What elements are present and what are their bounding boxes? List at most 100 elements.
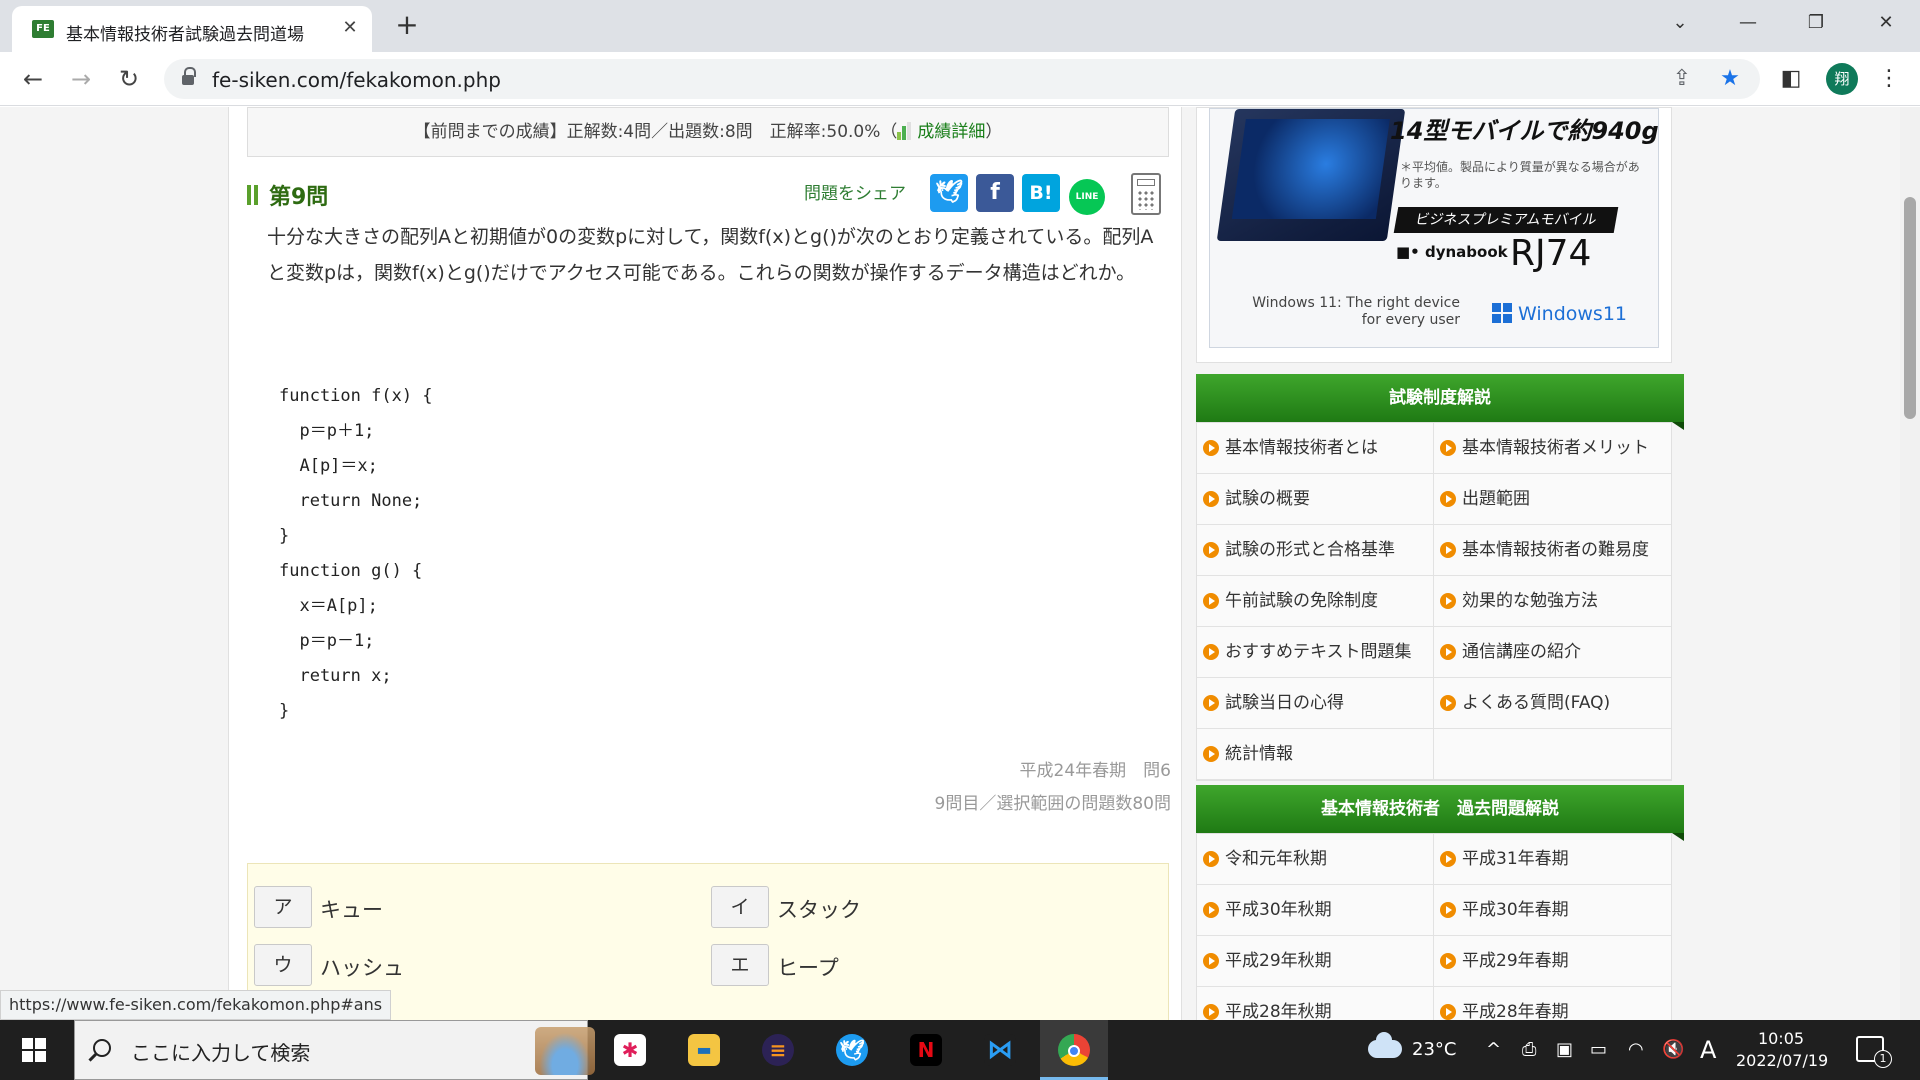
reload-icon[interactable]: ↻ [112,62,146,96]
minimize-button[interactable]: — [1728,8,1768,38]
chrome-icon [1058,1034,1090,1066]
sidebar-link[interactable]: 試験の概要 [1197,474,1434,524]
sidebar-link[interactable]: 効果的な勉強方法 [1434,576,1671,626]
choice-i-button[interactable]: イ [711,886,769,928]
ime-indicator[interactable]: A [1700,1020,1716,1080]
weather-cloud-icon[interactable] [1368,1032,1402,1058]
arrow-bullet-icon [1440,695,1456,711]
side-panel-icon[interactable]: ◧ [1776,64,1806,94]
battery-icon[interactable]: ▭ [1590,1020,1607,1080]
question-source: 平成24年春期 問6 9問目／選択範囲の問題数80問 [771,755,1171,821]
line-share-button[interactable]: LINE [1068,174,1106,215]
sidebar-link[interactable]: 平成30年秋期 [1197,885,1434,935]
link-status-bubble: https://www.fe-siken.com/fekakomon.php#a… [0,990,392,1020]
main-content: 【前問までの成績】正解数:4問／出題数:8問 正解率:50.0%（ 成績詳細） 第… [228,107,1182,1020]
back-arrow-icon[interactable]: ← [16,62,50,96]
sidebar-link[interactable]: 基本情報技術者メリット [1434,423,1671,473]
link-row: 平成29年秋期 平成29年春期 [1197,936,1671,987]
arrow-bullet-icon [1440,542,1456,558]
sidebar-link[interactable]: 通信講座の紹介 [1434,627,1671,677]
eclipse-icon: ≡ [762,1034,794,1066]
sidebar-link[interactable]: 平成31年春期 [1434,834,1671,884]
arrow-bullet-icon [1203,440,1219,456]
new-tab-button[interactable]: + [392,10,422,40]
scrollbar-thumb[interactable] [1904,197,1916,419]
sidebar-link[interactable]: 平成29年春期 [1434,936,1671,986]
sidebar-link[interactable]: 平成30年春期 [1434,885,1671,935]
link-row: 試験の形式と合格基準 基本情報技術者の難易度 [1197,525,1671,576]
exam-source: 平成24年春期 問6 [1019,761,1171,781]
sidebar-link[interactable]: 基本情報技術者とは [1197,423,1434,473]
search-highlight-image [535,1027,595,1075]
tray-display-icon[interactable]: ▣ [1556,1020,1573,1080]
restore-button[interactable]: ❐ [1796,8,1836,38]
arrow-bullet-icon [1440,593,1456,609]
arrow-bullet-icon [1440,440,1456,456]
arrow-bullet-icon [1203,644,1219,660]
sidebar-link[interactable]: 統計情報 [1197,729,1434,779]
code-line: x＝A[p]; [279,596,378,616]
forward-arrow-icon[interactable]: → [64,62,98,96]
question-number: 第9問 [269,185,329,210]
advertisement[interactable]: 14型モバイルで約940g ＊平均値。製品により質量が異なる場合があります。 ビ… [1196,107,1672,363]
tray-chevron-icon[interactable]: ^ [1486,1020,1501,1080]
chrome-app[interactable] [1040,1020,1108,1080]
sidebar-link[interactable]: 午前試験の免除制度 [1197,576,1434,626]
score-detail-link[interactable]: 成績詳細 [917,122,985,142]
netflix-app[interactable]: N [892,1020,960,1080]
sidebar-link[interactable]: 平成29年秋期 [1197,936,1434,986]
sidebar-link[interactable]: よくある質問(FAQ) [1434,678,1671,728]
choice-e-button[interactable]: エ [711,944,769,986]
url-text[interactable]: fe-siken.com/fekakomon.php [212,68,501,92]
sidebar-link[interactable]: 令和元年秋期 [1197,834,1434,884]
tray-meet-icon[interactable]: ⎙ [1522,1020,1536,1080]
calculator-icon[interactable] [1131,173,1161,215]
taskbar-search-box[interactable]: ここに入力して検索 [74,1020,595,1080]
vscode-app[interactable]: ⋈ [966,1020,1034,1080]
sidebar-link[interactable]: 平成28年春期 [1434,987,1671,1020]
code-line: function g() { [279,561,423,581]
lock-icon[interactable] [182,67,196,85]
score-record-bar: 【前問までの成績】正解数:4問／出題数:8問 正解率:50.0%（ 成績詳細） [247,107,1169,157]
hatena-share-button[interactable]: B! [1022,174,1060,212]
sidebar-link[interactable]: 出題範囲 [1434,474,1671,524]
laptop-image [1216,109,1406,241]
choice-u-button[interactable]: ウ [254,944,312,986]
eclipse-app[interactable]: ≡ [744,1020,812,1080]
browser-toolbar: ← → ↻ fe-siken.com/fekakomon.php ⇪ ★ ◧ 翔… [0,52,1920,106]
choice-u-text: ハッシュ [320,956,404,980]
code-line: A[p]＝x; [279,456,378,476]
tab-close-icon[interactable]: ✕ [338,16,362,40]
close-window-button[interactable]: ✕ [1866,8,1906,38]
address-bar[interactable]: fe-siken.com/fekakomon.php ⇪ ★ [164,59,1760,99]
taskbar-clock[interactable]: 10:05 2022/07/19 [1736,1028,1828,1072]
section-exam-system-title: 試験制度解説 [1196,374,1684,430]
sidebar-link[interactable]: 平成28年秋期 [1197,987,1434,1020]
windows-start-icon[interactable] [22,1038,46,1062]
ad-banner[interactable]: 14型モバイルで約940g ＊平均値。製品により質量が異なる場合があります。 ビ… [1209,108,1659,348]
bookmark-star-icon[interactable]: ★ [1716,65,1744,93]
weather-temp[interactable]: 23°C [1412,1020,1456,1080]
page-scrollbar[interactable] [1900,107,1920,1020]
twitter-share-button[interactable]: 🕊 [930,174,968,212]
speaker-muted-icon[interactable]: 🔇 [1662,1020,1684,1080]
tab-search-chevron-icon[interactable]: ⌄ [1660,8,1700,38]
sidebar-link[interactable]: おすすめテキスト問題集 [1197,627,1434,677]
facebook-share-button[interactable]: f [976,174,1014,212]
profile-avatar[interactable]: 翔 [1826,63,1858,95]
slack-app[interactable]: ✱ [596,1020,664,1080]
twitter-app[interactable]: 🕊 [818,1020,886,1080]
sidebar-link[interactable]: 試験の形式と合格基準 [1197,525,1434,575]
sidebar-link[interactable]: 基本情報技術者の難易度 [1434,525,1671,575]
choice-a-button[interactable]: ア [254,886,312,928]
arrow-bullet-icon [1203,851,1219,867]
sidebar-link[interactable]: 試験当日の心得 [1197,678,1434,728]
browser-menu-icon[interactable]: ⋮ [1874,64,1904,94]
browser-tab[interactable]: FE 基本情報技術者試験過去問道場 ✕ [12,6,372,52]
arrow-bullet-icon [1203,695,1219,711]
wifi-icon[interactable]: ◠ [1628,1020,1644,1080]
vscode-icon: ⋈ [984,1034,1016,1066]
browser-titlebar: FE 基本情報技術者試験過去問道場 ✕ + ⌄ — ❐ ✕ [0,0,1920,52]
share-page-icon[interactable]: ⇪ [1668,65,1696,93]
file-explorer-app[interactable]: ▬ [670,1020,738,1080]
